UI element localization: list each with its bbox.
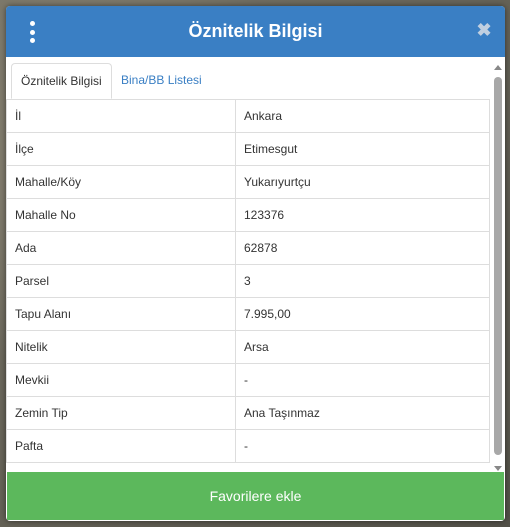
row-value: Etimesgut bbox=[235, 132, 490, 166]
row-value: 7.995,00 bbox=[235, 297, 490, 331]
row-key: Nitelik bbox=[6, 330, 236, 364]
table-row: Parsel 3 bbox=[6, 264, 490, 298]
table-row: Ada 62878 bbox=[6, 231, 490, 265]
row-key: Pafta bbox=[6, 429, 236, 463]
row-value: - bbox=[235, 363, 490, 397]
row-key: Mevkii bbox=[6, 363, 236, 397]
table-row: İl Ankara bbox=[6, 99, 490, 133]
vertical-scrollbar[interactable] bbox=[493, 61, 503, 473]
table-row: Nitelik Arsa bbox=[6, 330, 490, 364]
attribute-info-dialog: Öznitelik Bilgisi ✖ Öznitelik Bilgisi Bi… bbox=[6, 6, 505, 521]
row-key: Zemin Tip bbox=[6, 396, 236, 430]
row-key: İlçe bbox=[6, 132, 236, 166]
row-value: Yukarıyurtçu bbox=[235, 165, 490, 199]
row-value: 3 bbox=[235, 264, 490, 298]
dialog-title: Öznitelik Bilgisi bbox=[188, 21, 323, 41]
table-row: Mahalle No 123376 bbox=[6, 198, 490, 232]
row-key: Mahalle No bbox=[6, 198, 236, 232]
row-key: İl bbox=[6, 99, 236, 133]
attribute-table: İl Ankara İlçe Etimesgut Mahalle/Köy Yukarı… bbox=[6, 99, 490, 463]
row-key: Parsel bbox=[6, 264, 236, 298]
add-to-favorites-button[interactable]: Favorilere ekle bbox=[7, 472, 504, 520]
row-value: Arsa bbox=[235, 330, 490, 364]
row-value: Ana Taşınmaz bbox=[235, 396, 490, 430]
scrollbar-thumb[interactable] bbox=[494, 77, 502, 455]
tab-bar: Öznitelik Bilgisi Bina/BB Listesi bbox=[6, 57, 490, 100]
row-key: Mahalle/Köy bbox=[6, 165, 236, 199]
scroll-down-icon[interactable] bbox=[494, 466, 502, 471]
table-row: Mahalle/Köy Yukarıyurtçu bbox=[6, 165, 490, 199]
row-key: Tapu Alanı bbox=[6, 297, 236, 331]
scroll-up-icon[interactable] bbox=[494, 65, 502, 70]
table-row: Pafta - bbox=[6, 429, 490, 463]
row-value: Ankara bbox=[235, 99, 490, 133]
row-key: Ada bbox=[6, 231, 236, 265]
row-value: 123376 bbox=[235, 198, 490, 232]
table-row: İlçe Etimesgut bbox=[6, 132, 490, 166]
tab-attribute-info[interactable]: Öznitelik Bilgisi bbox=[11, 63, 112, 99]
dialog-header: Öznitelik Bilgisi ✖ bbox=[6, 6, 505, 57]
tab-building-list[interactable]: Bina/BB Listesi bbox=[112, 63, 211, 99]
close-icon[interactable]: ✖ bbox=[473, 19, 495, 41]
table-row: Tapu Alanı 7.995,00 bbox=[6, 297, 490, 331]
table-row: Mevkii - bbox=[6, 363, 490, 397]
table-row: Zemin Tip Ana Taşınmaz bbox=[6, 396, 490, 430]
row-value: - bbox=[235, 429, 490, 463]
row-value: 62878 bbox=[235, 231, 490, 265]
attribute-table-container: İl Ankara İlçe Etimesgut Mahalle/Köy Yukarı… bbox=[6, 99, 490, 473]
